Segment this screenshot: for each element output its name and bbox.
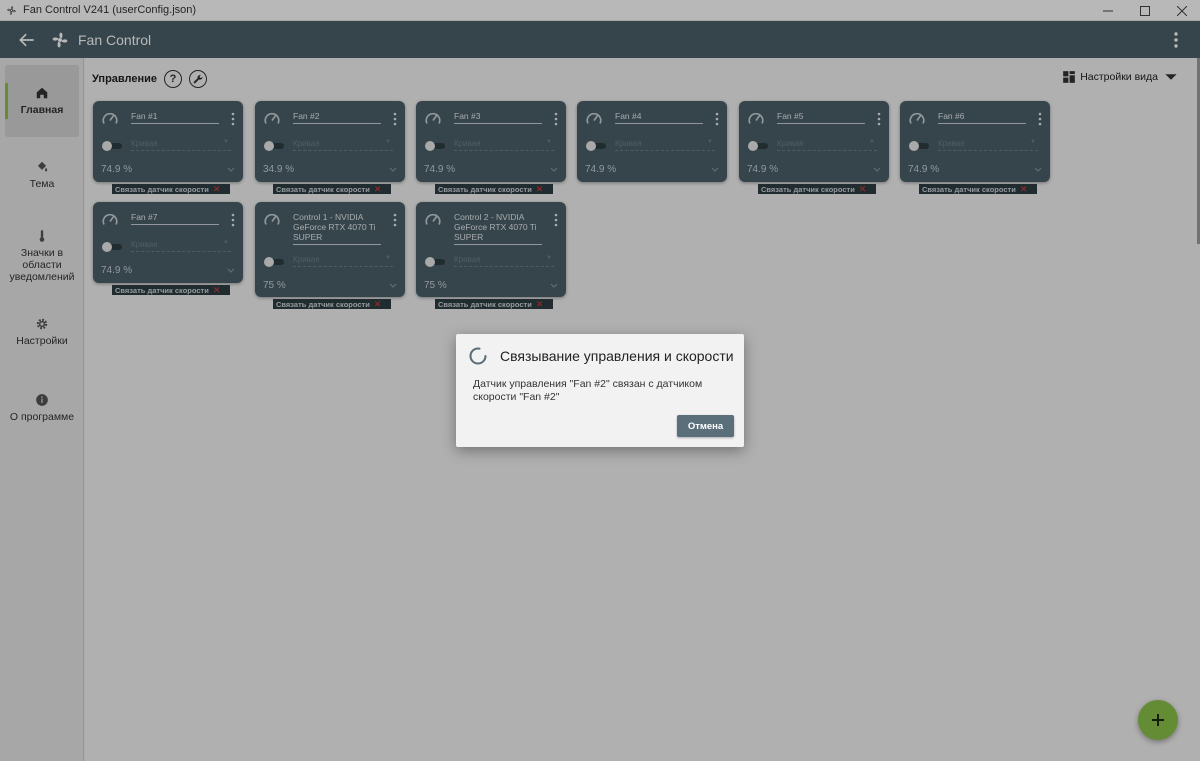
dialog-title: Связывание управления и скорости (500, 348, 734, 364)
link-speed-dialog: Связывание управления и скорости Датчик … (456, 334, 744, 447)
loading-spinner-icon (469, 347, 487, 365)
dialog-message: Датчик управления "Fan #2" связан с датч… (473, 378, 703, 403)
cancel-button[interactable]: Отмена (677, 415, 734, 437)
